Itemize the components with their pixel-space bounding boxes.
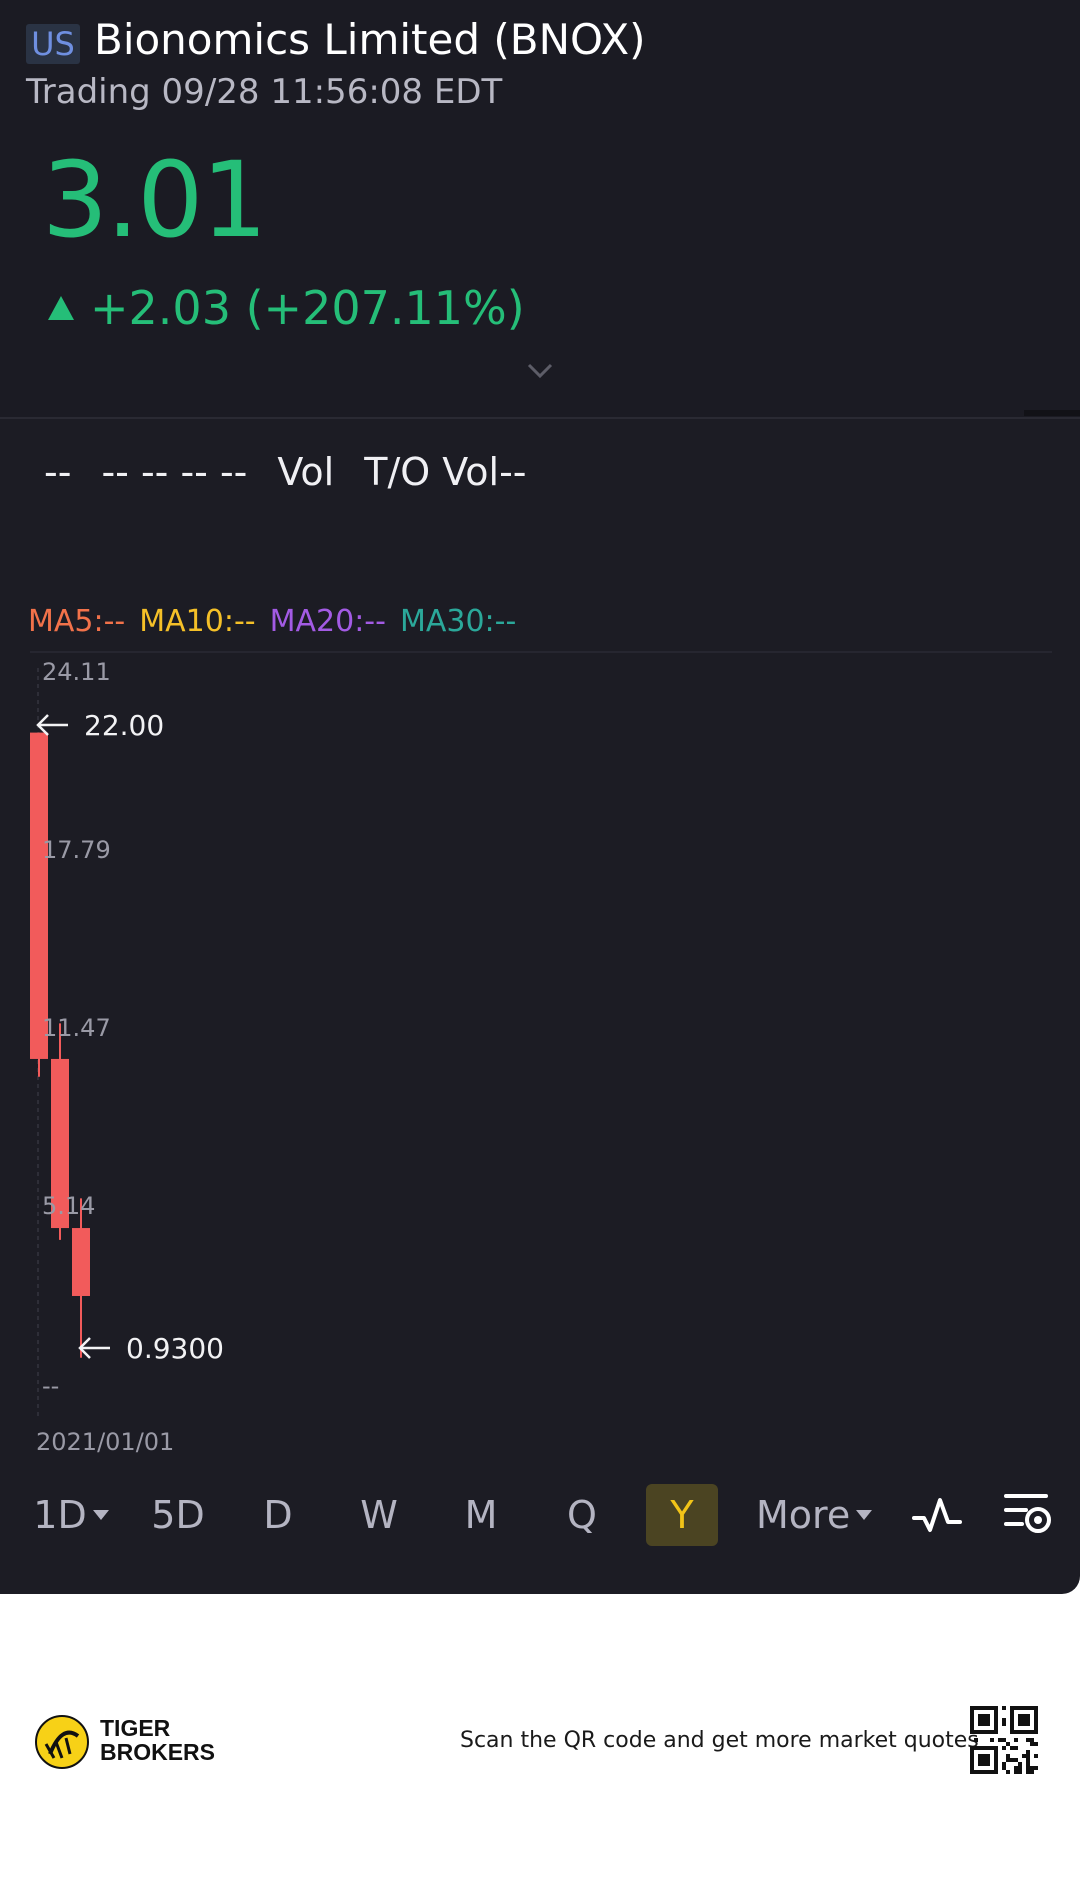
period-more-label: More [756, 1493, 851, 1537]
last-price: 3.01 [42, 139, 268, 261]
dropdown-caret-icon [92, 1510, 109, 1520]
price-change-value: +2.03 (+207.11%) [90, 281, 525, 335]
period-5d[interactable]: 5D [148, 1484, 208, 1546]
dropdown-caret-icon [856, 1510, 873, 1520]
period-1d[interactable]: 1D [30, 1484, 112, 1546]
period-m[interactable]: M [458, 1484, 504, 1546]
y-tick-label: -- [42, 1372, 59, 1400]
trading-status: Trading 09/28 11:56:08 EDT [26, 72, 503, 112]
stock-title: Bionomics Limited (BNOX) [94, 15, 646, 64]
chart-settings-icon[interactable] [1002, 1488, 1056, 1542]
period-d[interactable]: D [256, 1484, 300, 1546]
brand-name-line2: BROKERS [100, 1739, 216, 1765]
y-tick-label: 5.14 [42, 1192, 95, 1220]
turnover-label: T/O Vol-- [364, 450, 527, 494]
vol-label: Vol [277, 450, 335, 494]
y-tick-label: 24.11 [42, 658, 111, 686]
ma20-label: MA20:-- [269, 604, 386, 639]
period-y[interactable]: Y [646, 1484, 718, 1546]
low-price-marker: 0.9300 [78, 1332, 224, 1365]
quote-app: US Bionomics Limited (BNOX) Trading 09/2… [0, 0, 1080, 1594]
period-w[interactable]: W [356, 1484, 402, 1546]
up-arrow-icon [48, 296, 74, 320]
ma5-label: MA5:-- [28, 604, 126, 639]
period-more[interactable]: More [756, 1484, 873, 1546]
stat-dashes: -- -- -- -- [101, 450, 248, 494]
low-price-label: 0.9300 [126, 1332, 224, 1365]
x-axis-date: 2021/01/01 [36, 1428, 174, 1456]
ma30-label: MA30:-- [399, 604, 517, 639]
candles [30, 732, 90, 1358]
y-tick-label: 11.47 [42, 1014, 111, 1042]
ma10-label: MA10:-- [139, 604, 256, 639]
footer-text: Scan the QR code and get more market quo… [460, 1728, 979, 1753]
brand-name: TIGER BROKERS [100, 1716, 215, 1764]
y-tick-label: 17.79 [42, 836, 111, 864]
candle-body [30, 732, 48, 1059]
candle-body [72, 1228, 90, 1296]
ma-indicators[interactable]: MA5:-- MA10:-- MA20:-- MA30:-- [28, 602, 530, 642]
tab-indicator [1024, 410, 1080, 416]
price-change: +2.03 (+207.11%) [48, 280, 525, 336]
quote-header: US Bionomics Limited (BNOX) Trading 09/2… [0, 0, 1080, 419]
high-price-marker: 22.00 [36, 709, 164, 742]
qr-code-icon [970, 1706, 1038, 1774]
chevron-down-icon[interactable] [526, 362, 554, 380]
high-price-label: 22.00 [84, 709, 164, 742]
share-footer: TIGER BROKERS Scan the QR code and get m… [0, 1594, 1080, 1885]
tiger-logo-icon [35, 1715, 89, 1769]
stats-row: -- -- -- -- -- Vol T/O Vol-- [44, 446, 557, 498]
market-badge: US [26, 24, 80, 64]
stat-dash: -- [44, 450, 72, 494]
line-indicator-icon[interactable] [910, 1488, 964, 1542]
period-q[interactable]: Q [560, 1484, 604, 1546]
brand-name-line1: TIGER [100, 1715, 171, 1741]
candlestick-chart[interactable]: 24.11 17.79 11.47 5.14 -- 22.00 0.9300 2… [0, 650, 1080, 1470]
period-1d-label: 1D [33, 1493, 87, 1537]
header-divider [0, 417, 1080, 419]
